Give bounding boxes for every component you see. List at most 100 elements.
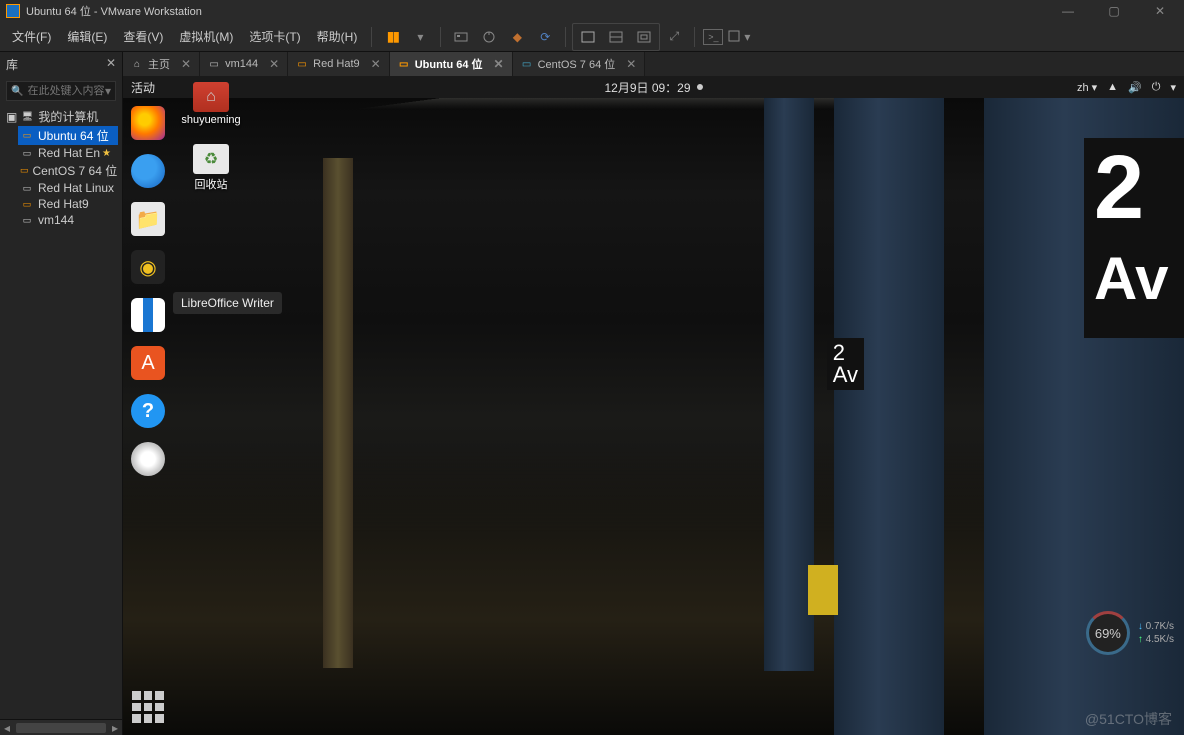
folder-icon: ⌂: [193, 82, 229, 112]
vm-icon: ▭: [20, 130, 34, 142]
vmware-icon: [6, 4, 20, 18]
tree-item-redhat-en[interactable]: ▭Red Hat En★: [18, 145, 118, 161]
tab-vm144[interactable]: ▭vm144✕: [200, 52, 288, 76]
dock-tooltip: LibreOffice Writer: [173, 292, 282, 314]
pause-button[interactable]: ▮▮: [380, 25, 404, 49]
scroll-right-button[interactable]: ▸: [108, 721, 122, 735]
library-search-input[interactable]: [27, 85, 105, 97]
net-percent: 69%: [1086, 611, 1130, 655]
home-icon: ⌂: [131, 58, 143, 70]
computer-icon: 🖥: [20, 111, 34, 123]
vm-icon: ▭: [20, 182, 34, 194]
desktop-icons: ⌂ shuyueming ♻ 回收站: [179, 82, 243, 192]
tree-item-centos[interactable]: ▭CentOS 7 64 位: [18, 161, 118, 180]
input-method[interactable]: zh ▾: [1077, 81, 1097, 94]
window-title: Ubuntu 64 位 - VMware Workstation: [26, 3, 1054, 19]
dock-software-icon[interactable]: A: [131, 346, 165, 380]
scroll-left-button[interactable]: ◂: [0, 721, 14, 735]
vm-icon: ▭: [20, 214, 34, 226]
desktop-wallpaper: 2 Av 2Av: [123, 98, 1184, 735]
send-ctrl-alt-del-button[interactable]: [449, 25, 473, 49]
content-area: ⌂主页✕ ▭vm144✕ ▭Red Hat9✕ ▭Ubuntu 64 位✕ ▭C…: [123, 52, 1184, 735]
view-unity-button[interactable]: [632, 25, 656, 49]
search-dropdown-icon[interactable]: ▾: [105, 84, 111, 98]
vm-icon: ▭: [20, 198, 34, 210]
dock-help-icon[interactable]: ?: [131, 394, 165, 428]
dock-files-icon[interactable]: 📁: [131, 202, 165, 236]
tab-redhat9[interactable]: ▭Red Hat9✕: [288, 52, 390, 76]
vm-icon: ▭: [296, 58, 308, 70]
tab-close-button[interactable]: ✕: [371, 57, 381, 71]
subway-sign-big: 2Av: [1084, 138, 1184, 338]
network-widget: 69% 0.7K/s 4.5K/s: [1086, 611, 1174, 655]
maximize-button[interactable]: ▢: [1100, 2, 1128, 20]
fullscreen-button[interactable]: ⤢: [662, 25, 686, 49]
clock[interactable]: 12月9日 09：29: [604, 79, 702, 96]
tab-close-button[interactable]: ✕: [181, 57, 191, 71]
view-single-button[interactable]: [576, 25, 600, 49]
library-close-button[interactable]: ✕: [106, 56, 116, 73]
vm-icon: ▭: [20, 147, 34, 159]
menu-help[interactable]: 帮助(H): [309, 24, 366, 49]
star-icon: ★: [102, 148, 111, 159]
view-thumbnail-button[interactable]: [604, 25, 628, 49]
tree-item-ubuntu[interactable]: ▭Ubuntu 64 位: [18, 126, 118, 145]
menu-file[interactable]: 文件(F): [4, 24, 59, 49]
volume-icon[interactable]: 🔊: [1128, 81, 1142, 94]
tree-item-vm144[interactable]: ▭vm144: [18, 212, 118, 228]
minimize-button[interactable]: —: [1054, 2, 1082, 20]
sidebar-scrollbar[interactable]: ◂ ▸: [0, 719, 122, 735]
system-menu-dropdown[interactable]: ▾: [1170, 81, 1176, 94]
gnome-dock: 📁 ◉ A ?: [123, 98, 173, 735]
desktop-trash[interactable]: ♻ 回收站: [179, 144, 243, 192]
activities-button[interactable]: 活动: [131, 79, 155, 96]
vm-icon: ▭: [20, 165, 29, 177]
tab-close-button[interactable]: ✕: [494, 57, 504, 71]
tab-centos[interactable]: ▭CentOS 7 64 位✕: [513, 52, 646, 76]
tab-close-button[interactable]: ✕: [269, 57, 279, 71]
vm-tabs: ⌂主页✕ ▭vm144✕ ▭Red Hat9✕ ▭Ubuntu 64 位✕ ▭C…: [123, 52, 1184, 76]
dock-dvd-icon[interactable]: [131, 442, 165, 476]
notification-dot-icon: [697, 84, 703, 90]
tree-root[interactable]: ▣ 🖥 我的计算机: [4, 107, 118, 126]
power-icon[interactable]: ⏻: [1152, 81, 1161, 94]
library-sidebar: 库 ✕ 🔍 ▾ ▣ 🖥 我的计算机 ▭Ubuntu 64 位 ▭Red Hat …: [0, 52, 123, 735]
vm-icon: ▭: [521, 58, 533, 70]
close-button[interactable]: ✕: [1146, 2, 1174, 20]
dock-writer-icon[interactable]: [131, 298, 165, 332]
snapshot-button[interactable]: [477, 25, 501, 49]
vm-icon: ▭: [208, 58, 220, 70]
dock-show-apps-button[interactable]: [132, 691, 164, 723]
tree-item-redhat-linux[interactable]: ▭Red Hat Linux: [18, 180, 118, 196]
menu-view[interactable]: 查看(V): [115, 24, 171, 49]
revert-snapshot-button[interactable]: ⟳: [533, 25, 557, 49]
dock-firefox-icon[interactable]: [131, 106, 165, 140]
power-dropdown[interactable]: ▾: [408, 25, 432, 49]
scroll-thumb[interactable]: [16, 723, 106, 733]
net-upload: 4.5K/s: [1138, 634, 1174, 645]
dock-rhythmbox-icon[interactable]: ◉: [131, 250, 165, 284]
console-button[interactable]: >_: [703, 29, 723, 45]
dock-thunderbird-icon[interactable]: [131, 154, 165, 188]
snapshot-manager-button[interactable]: ◆: [505, 25, 529, 49]
watermark: @51CTO博客: [1085, 709, 1172, 729]
trash-icon: ♻: [193, 144, 229, 174]
library-tree: ▣ 🖥 我的计算机 ▭Ubuntu 64 位 ▭Red Hat En★ ▭Cen…: [0, 105, 122, 230]
titlebar: Ubuntu 64 位 - VMware Workstation — ▢ ✕: [0, 0, 1184, 22]
library-title: 库: [6, 56, 18, 73]
menu-vm[interactable]: 虚拟机(M): [171, 24, 241, 49]
tree-item-redhat9[interactable]: ▭Red Hat9: [18, 196, 118, 212]
vm-icon: ▭: [398, 58, 410, 70]
menu-edit[interactable]: 编辑(E): [59, 24, 115, 49]
menu-tabs[interactable]: 选项卡(T): [241, 24, 308, 49]
network-icon[interactable]: ▲: [1107, 81, 1118, 93]
tab-home[interactable]: ⌂主页✕: [123, 52, 200, 76]
stretch-dropdown[interactable]: ▾: [727, 25, 751, 49]
tab-close-button[interactable]: ✕: [626, 57, 636, 71]
desktop-home-folder[interactable]: ⌂ shuyueming: [179, 82, 243, 126]
subway-sign-small: 2 Av: [827, 338, 864, 390]
tab-ubuntu[interactable]: ▭Ubuntu 64 位✕: [390, 52, 513, 76]
vm-display[interactable]: 活动 12月9日 09：29 zh ▾ ▲ 🔊 ⏻ ▾: [123, 76, 1184, 735]
library-search[interactable]: 🔍 ▾: [6, 81, 116, 101]
search-icon: 🔍: [11, 86, 23, 97]
